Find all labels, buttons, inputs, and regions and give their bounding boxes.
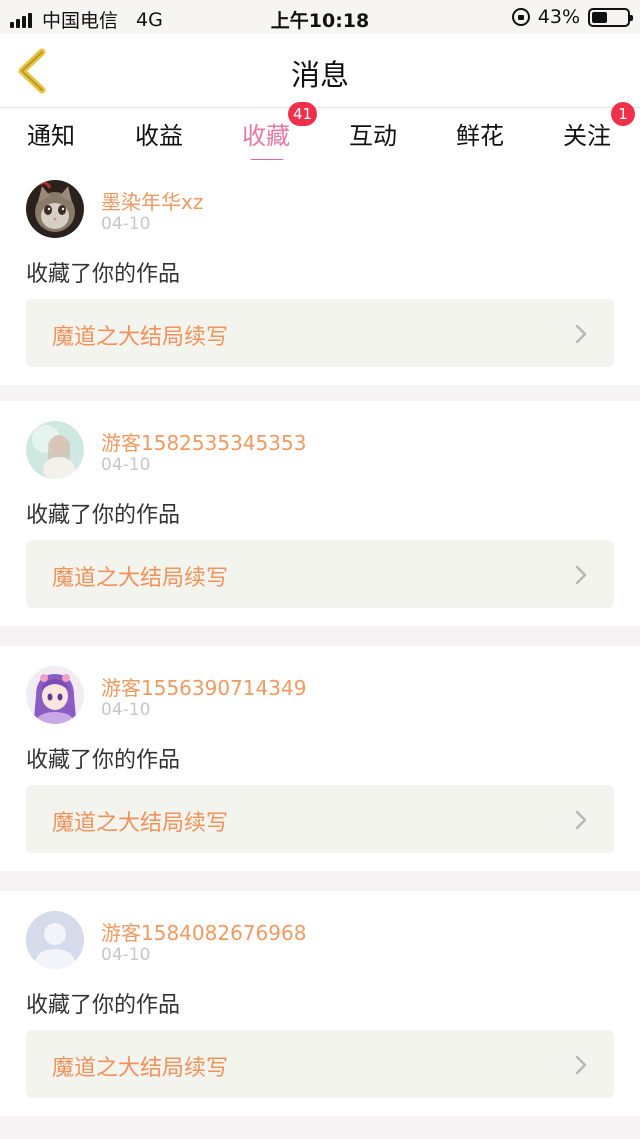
anime-girl-avatar-icon[interactable] [26,666,84,724]
favorites-count-badge: 41 [288,102,318,126]
username[interactable]: 游客1584082676968 [101,917,306,946]
anime-girl-avatar-image [26,666,84,724]
action-text: 收藏了你的作品 [26,748,181,773]
cat-avatar-icon[interactable] [26,180,84,238]
work-link[interactable]: 魔道之大结局续写 [26,299,614,367]
tab-favorites[interactable]: 收藏 41 [226,102,318,163]
chevron-right-icon [575,565,587,585]
timestamp: 04-10 [101,945,151,965]
work-title: 魔道之大结局续写 [52,566,229,591]
list-item: 游客1556390714349 04-10 收藏了你的作品 魔道之大结局续写 [0,646,640,871]
tab-label: 收益 [135,122,183,150]
tab-earnings[interactable]: 收益 [119,116,199,160]
list-item: 游客1582535345353 04-10 收藏了你的作品 魔道之大结局续写 [0,401,640,626]
navigation-bar: 消息 [0,34,640,108]
tab-follows[interactable]: 关注 1 [547,102,635,160]
timestamp: 04-10 [101,455,151,475]
battery-percent: 43% [537,6,580,28]
username[interactable]: 墨染年华xz [101,186,203,215]
status-right: 43% [511,6,633,28]
tab-label: 收藏 [242,122,290,150]
chevron-right-icon [575,810,587,830]
default-user-avatar-image [26,911,84,969]
cat-avatar-image [26,180,84,238]
battery-level [592,11,607,23]
tab-label: 鲜花 [456,122,504,150]
work-title: 魔道之大结局续写 [52,325,229,350]
list-item: 墨染年华xz 04-10 收藏了你的作品 魔道之大结局续写 [0,160,640,385]
message-tabs: 通知 收益 收藏 41 互动 鲜花 关注 1 [0,102,640,163]
page-title: 消息 [290,58,349,92]
tab-label: 通知 [27,122,75,150]
follows-count-badge: 1 [611,102,635,126]
tab-label: 关注 [563,122,611,150]
work-title: 魔道之大结局续写 [52,811,229,836]
orientation-lock-icon [511,8,530,26]
username[interactable]: 游客1582535345353 [101,427,306,456]
timestamp: 04-10 [101,214,151,234]
work-link[interactable]: 魔道之大结局续写 [26,785,614,853]
chevron-right-icon [575,1055,587,1075]
action-text: 收藏了你的作品 [26,503,181,528]
work-title: 魔道之大结局续写 [52,1056,229,1081]
timestamp: 04-10 [101,700,151,720]
chevron-right-icon [575,324,587,344]
username[interactable]: 游客1556390714349 [101,672,306,701]
work-link[interactable]: 魔道之大结局续写 [26,540,614,608]
tab-label: 互动 [349,122,397,150]
status-bar: 中国电信 4G 上午10:18 43% [0,0,640,34]
tab-flowers[interactable]: 鲜花 [440,116,520,160]
list-item: 游客1584082676968 04-10 收藏了你的作品 魔道之大结局续写 [0,891,640,1116]
tab-interactions[interactable]: 互动 [333,116,413,160]
action-text: 收藏了你的作品 [26,262,181,287]
action-text: 收藏了你的作品 [26,993,181,1018]
girl-photo-avatar-icon[interactable] [26,421,84,479]
girl-photo-avatar-image [26,421,84,479]
work-link[interactable]: 魔道之大结局续写 [26,1030,614,1098]
tab-notifications[interactable]: 通知 [11,116,91,160]
default-user-avatar-icon[interactable] [26,911,84,969]
battery-icon [588,7,633,27]
